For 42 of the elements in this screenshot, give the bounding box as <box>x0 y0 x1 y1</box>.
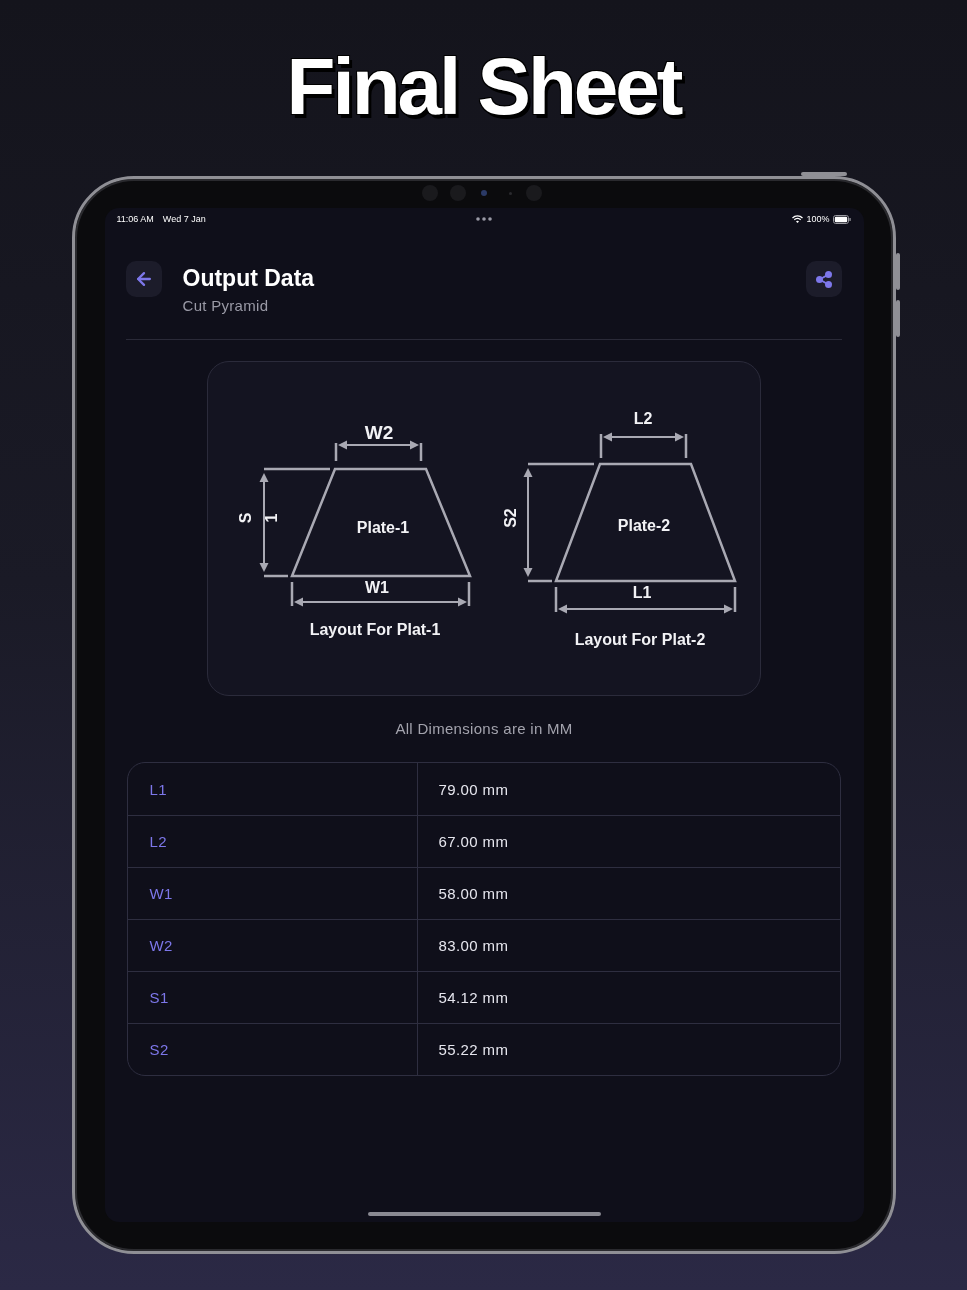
table-cell-text: 58.00 mm <box>437 884 510 904</box>
extension-line <box>264 574 288 578</box>
layout-caption: Layout For Plat-1 <box>309 621 441 638</box>
table-cell: L2 <box>127 816 418 867</box>
dimension-label: L2 <box>633 410 653 427</box>
dimension-label: S2 <box>501 508 519 528</box>
dimension-label: L1 <box>632 584 652 601</box>
plate-label: Plate-2 <box>617 517 671 534</box>
page-title: Output Data <box>182 265 316 291</box>
device-button[interactable] <box>800 172 847 176</box>
table-cell: L1 <box>127 763 418 815</box>
wifi-icon <box>792 215 804 223</box>
status-date: Wed 7 Jan <box>162 213 206 225</box>
plate-label: Plate-1 <box>356 519 410 536</box>
table-cell: S2 <box>127 1024 418 1075</box>
table-cell: W1 <box>127 868 418 919</box>
table-cell-text: 83.00 mm <box>437 936 510 956</box>
table-cell: S1 <box>127 972 418 1023</box>
extension-line <box>264 467 330 471</box>
battery-percent: 100% <box>806 213 830 225</box>
ellipsis-icon <box>475 217 492 221</box>
extension-line <box>528 579 552 583</box>
table-cell-text: 54.12 mm <box>437 988 510 1008</box>
table-cell-text: 79.00 mm <box>437 779 510 800</box>
battery-icon <box>832 214 851 224</box>
page-subtitle: Cut Pyramid <box>182 296 270 316</box>
dimension-label: W2 <box>364 422 394 443</box>
table-cell: W2 <box>127 920 418 971</box>
camera-icon <box>480 190 487 196</box>
table-cell-text: 67.00 mm <box>437 832 510 852</box>
share-button[interactable] <box>805 261 842 297</box>
promo-title: Final Sheet <box>286 43 681 131</box>
layout-caption: Layout For Plat-2 <box>574 631 706 648</box>
dimension-label: S <box>236 512 254 524</box>
status-time: 11:06 AM <box>116 213 154 225</box>
share-icon <box>815 270 832 288</box>
dimension-label: 1 <box>262 513 280 523</box>
dimension-label: W1 <box>365 579 389 596</box>
table-cell-text: 55.22 mm <box>437 1040 510 1060</box>
dimensions-note: All Dimensions are in MM <box>395 719 573 739</box>
back-button[interactable] <box>125 261 162 297</box>
extension-line <box>528 462 594 466</box>
